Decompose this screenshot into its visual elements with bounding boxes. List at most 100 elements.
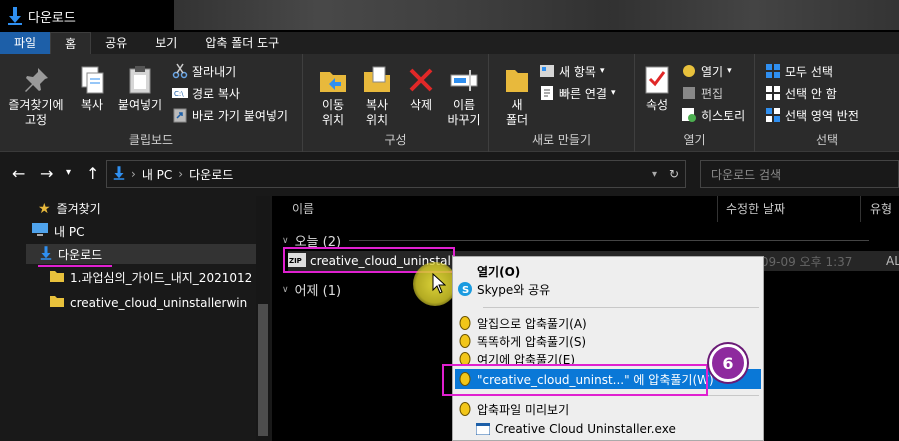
tab-share[interactable]: 공유 [91,32,141,54]
clipboard-icon [129,66,151,94]
dropdown-caret-icon: ▾ [727,66,732,76]
menu-spacer [457,263,473,279]
tab-view[interactable]: 보기 [141,32,191,54]
skype-icon: S [457,281,473,297]
group-header-yesterday[interactable]: ∨ 어제 (1) [282,280,341,299]
breadcrumb-downloads[interactable]: 다운로드 [189,166,233,183]
scissors-icon [172,63,188,79]
menu-item-open[interactable]: 열기(O) [455,261,761,281]
file-type: ALZip [886,254,899,268]
new-group: 새 폴더 새 항목 ▾ 빠른 연결 ▾ 새로 만들기 [489,54,635,152]
edit-button[interactable]: 편집 [681,84,723,102]
collapse-chevron-icon: ∨ [282,284,289,295]
copy-button[interactable]: 복사 [72,64,112,113]
clipboard-group: 즐겨찾기에 고정 복사 붙여넣기 잘라내기 C:\ 경로 복사 바로 가기 붙여… [0,54,303,152]
new-folder-button[interactable]: 새 폴더 [497,64,537,128]
delete-button[interactable]: 삭제 [401,64,441,113]
download-arrow-icon [4,5,26,27]
invert-selection-button[interactable]: 선택 영역 반전 [765,106,859,124]
menu-item-skype-share[interactable]: S Skype와 공유 [455,279,761,299]
nav-scrollbar-thumb[interactable] [258,304,268,436]
open-group: 속성 열기 ▾ 편집 히스토리 열기 [635,54,755,152]
nav-item-downloads[interactable]: 다운로드 [26,244,256,264]
open-button[interactable]: 열기 ▾ [681,62,732,80]
star-icon: ★ [38,200,51,217]
rename-button[interactable]: 이름 바꾸기 [441,64,487,128]
breadcrumb-separator-icon: › [131,167,136,181]
refresh-icon[interactable]: ↻ [669,167,679,181]
open-icon [683,65,695,77]
dropdown-caret-icon: ▾ [599,66,605,76]
group-divider [349,240,870,241]
title-bar: 다운로드 [0,0,899,32]
tab-file[interactable]: 파일 [0,32,51,54]
edit-icon [683,87,695,99]
history-button[interactable]: 히스토리 [681,106,745,124]
column-header-name[interactable]: 이름 [292,200,314,217]
folder-icon [50,270,64,285]
nav-item-favorites[interactable]: ★ 즐겨찾기 [38,200,101,217]
copy-to-button[interactable]: 복사 위치 [355,64,399,128]
column-header-type[interactable]: 유형 [870,200,892,217]
menu-item-preview-exe[interactable]: Creative Cloud Uninstaller.exe [473,419,761,439]
forward-arrow-icon[interactable]: → [40,164,53,183]
breadcrumb-this-pc[interactable]: 내 PC [142,166,172,183]
alzip-icon [457,315,473,331]
menu-item-preview[interactable]: 압축파일 미리보기 [455,399,761,419]
copy-path-button[interactable]: C:\ 경로 복사 [172,84,240,102]
easy-access-button[interactable]: 빠른 연결 ▾ [539,84,616,102]
properties-button[interactable]: 속성 [639,64,675,113]
svg-text:S: S [462,285,469,296]
mouse-cursor-icon [432,273,446,294]
select-none-button[interactable]: 선택 안 함 [765,84,837,102]
move-to-button[interactable]: 이동 위치 [311,64,355,128]
organize-group-label: 구성 [384,133,407,147]
step-number-badge: 6 [709,344,747,382]
nav-item-this-pc[interactable]: 내 PC [32,223,84,240]
select-all-button[interactable]: 모두 선택 [765,62,833,80]
menu-item-alzip-extract[interactable]: 알집으로 압축풀기(A) [455,313,761,333]
copy-folder-icon [364,66,390,92]
nav-item-folder-guide[interactable]: 1.과업심의_가이드_내지_2021012 [50,269,252,286]
open-group-label: 열기 [683,133,706,147]
column-header-modified[interactable]: 수정한 날짜 [726,200,785,217]
pin-icon [25,68,48,92]
select-group: 모두 선택 선택 안 함 선택 영역 반전 선택 [755,54,899,152]
window-title: 다운로드 [28,10,76,26]
history-icon [682,108,696,122]
new-item-icon [540,65,554,77]
tab-home[interactable]: 홈 [50,32,92,54]
nav-item-folder-uninstaller[interactable]: creative_cloud_uninstallerwin [50,295,247,310]
paste-button[interactable]: 붙여넣기 [114,64,166,113]
delete-x-icon [409,68,433,92]
address-dropdown-icon[interactable]: ▾ [652,169,657,180]
column-separator [717,196,718,222]
paste-shortcut-button[interactable]: 바로 가기 붙여넣기 [172,106,288,124]
cut-button[interactable]: 잘라내기 [172,62,236,80]
pin-to-quick-access-button[interactable]: 즐겨찾기에 고정 [6,64,66,128]
copy-icon [81,66,104,94]
download-arrow-icon [113,165,125,183]
clipboard-group-label: 클립보드 [128,133,174,147]
select-all-icon [766,64,780,78]
ribbon: 즐겨찾기에 고정 복사 붙여넣기 잘라내기 C:\ 경로 복사 바로 가기 붙여… [0,54,899,152]
address-bar[interactable]: › 내 PC › 다운로드 ▾ ↻ [106,160,686,188]
nav-scrollbar[interactable] [256,196,270,441]
new-item-button[interactable]: 새 항목 ▾ [539,62,604,80]
recent-locations-icon[interactable]: ▾ [66,167,71,178]
annotation-underline [38,265,112,267]
menu-separator [483,307,759,308]
shortcut-icon [173,108,187,123]
properties-check-icon [645,66,669,94]
svg-text:C:\: C:\ [174,90,184,98]
search-box[interactable]: 다운로드 검색 [700,160,899,188]
up-arrow-icon[interactable]: ↑ [86,164,99,183]
search-placeholder: 다운로드 검색 [711,167,782,182]
tab-compressed-folder-tools[interactable]: 압축 폴더 도구 [191,32,293,54]
navigation-pane: ★ 즐겨찾기 내 PC 다운로드 1.과업심의_가이드_내지_2021012 c… [0,196,272,441]
move-folder-icon [320,72,346,92]
back-arrow-icon[interactable]: ← [12,164,25,183]
breadcrumb-separator-icon: › [178,167,184,181]
rename-icon [450,70,478,91]
dropdown-caret-icon: ▾ [610,88,616,98]
